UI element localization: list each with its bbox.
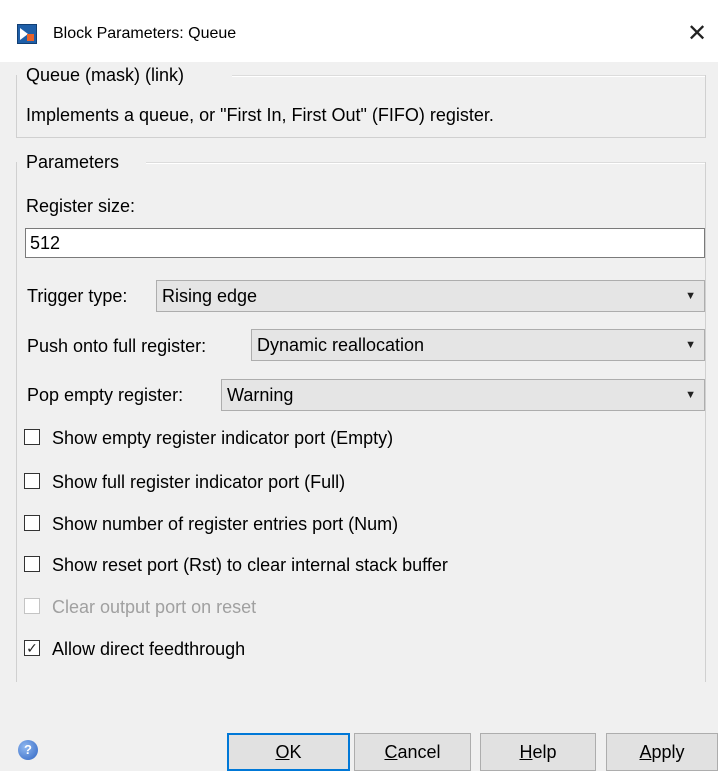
group-border-right <box>705 75 706 137</box>
push-full-label: Push onto full register: <box>27 336 207 356</box>
pop-empty-label: Pop empty register: <box>27 385 184 405</box>
apply-mnemonic: A <box>639 742 652 762</box>
chevron-down-icon: ▼ <box>685 339 696 351</box>
checkbox-label: Show number of register entries port (Nu… <box>52 514 399 534</box>
parameters-border-left <box>16 162 17 682</box>
parameters-group-header: Parameters <box>26 152 120 172</box>
group-border-left <box>16 75 17 137</box>
cancel-button[interactable]: Cancel <box>354 733 471 771</box>
register-size-input[interactable] <box>25 228 705 258</box>
checkbox-box[interactable] <box>24 473 40 489</box>
trigger-type-dropdown[interactable]: Rising edge ▼ <box>156 280 705 312</box>
checkbox-box <box>24 598 40 614</box>
checkbox-box[interactable] <box>24 556 40 572</box>
help-button[interactable]: Help <box>480 733 596 771</box>
pop-empty-dropdown[interactable]: Warning ▼ <box>221 379 705 411</box>
window-title: Block Parameters: Queue <box>53 25 237 42</box>
pop-empty-value: Warning <box>227 385 294 405</box>
checkbox-label: Clear output port on reset <box>52 597 257 617</box>
push-full-dropdown[interactable]: Dynamic reallocation ▼ <box>251 329 705 361</box>
help-question-icon[interactable]: ? <box>18 740 38 760</box>
help-mnemonic: H <box>519 742 533 762</box>
checkbox-label: Allow direct feedthrough <box>52 639 246 659</box>
description-group-header: Queue (mask) (link) <box>26 65 185 85</box>
help-label-rest: elp <box>532 742 557 762</box>
push-full-value: Dynamic reallocation <box>257 335 425 355</box>
ok-label-rest: K <box>289 742 302 762</box>
checkbox-label: Show reset port (Rst) to clear internal … <box>52 555 448 575</box>
close-icon[interactable]: ✕ <box>680 17 714 51</box>
trigger-type-value: Rising edge <box>162 286 258 306</box>
checkbox-box[interactable] <box>24 429 40 445</box>
ok-button[interactable]: OK <box>227 733 350 771</box>
title-bar: Block Parameters: Queue ✕ <box>0 0 718 62</box>
apply-button[interactable]: Apply <box>606 733 718 771</box>
checkmark-icon[interactable]: ✓ <box>24 640 40 656</box>
apply-label-rest: pply <box>651 742 685 762</box>
register-size-label: Register size: <box>26 196 136 216</box>
trigger-type-label: Trigger type: <box>27 286 128 306</box>
chevron-down-icon: ▼ <box>685 290 696 302</box>
parameters-separator <box>146 162 705 164</box>
parameters-border-right <box>705 162 706 682</box>
checkbox-label: Show full register indicator port (Full) <box>52 472 346 492</box>
group-border-bottom <box>16 137 706 138</box>
cancel-mnemonic: C <box>384 742 398 762</box>
block-description: Implements a queue, or "First In, First … <box>26 105 494 125</box>
ok-mnemonic: O <box>275 742 290 762</box>
group-separator <box>232 75 705 77</box>
checkbox-box[interactable] <box>24 515 40 531</box>
simulink-block-icon <box>17 24 37 44</box>
checkbox-label: Show empty register indicator port (Empt… <box>52 428 394 448</box>
chevron-down-icon: ▼ <box>685 389 696 401</box>
cancel-label-rest: ancel <box>397 742 441 762</box>
